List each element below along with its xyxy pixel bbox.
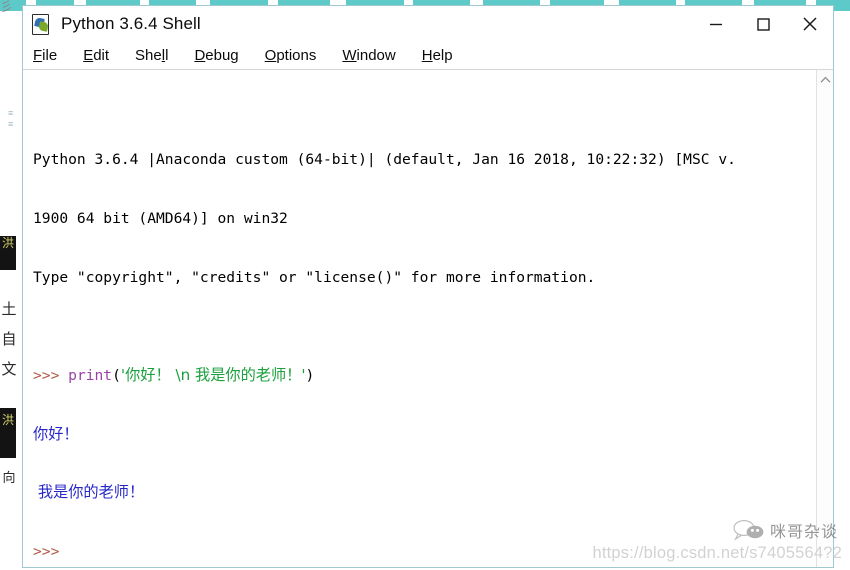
maximize-icon	[756, 18, 770, 31]
background-glyph-1: 土	[1, 300, 17, 318]
shell-output-text[interactable]: Python 3.6.4 |Anaconda custom (64-bit)| …	[23, 70, 816, 567]
output-line-1a: 你好！	[33, 424, 79, 443]
vertical-scrollbar[interactable]	[816, 70, 833, 567]
close-button[interactable]	[786, 6, 833, 42]
menu-item-options[interactable]: Options	[265, 47, 317, 64]
background-dark-block-upper: 洪	[0, 236, 16, 270]
output-line-1b: 我是你的老师！	[33, 483, 145, 502]
maximize-button[interactable]	[739, 6, 786, 42]
menu-item-help[interactable]: Help	[422, 47, 453, 64]
window-title: Python 3.6.4 Shell	[61, 14, 201, 33]
paren-open-1: (	[112, 366, 121, 384]
input-line-1: >>> print('你好！ \n 我是你的老师！')	[33, 366, 816, 386]
print-kw-1: print	[68, 366, 113, 384]
background-glyph-4: 向	[2, 471, 16, 486]
screenshot-root: 彡 ≡ ≡ 洪 土 自 文 洪 向 Python 3.6.4 Shell Fil…	[0, 0, 850, 570]
banner-line-3: Type "copyright", "credits" or "license(…	[33, 268, 596, 286]
prompt-1: >>>	[33, 366, 69, 384]
background-corner-mark: 彡	[0, 0, 14, 14]
banner-line-1: Python 3.6.4 |Anaconda custom (64-bit)| …	[33, 151, 736, 169]
shell-area: Python 3.6.4 |Anaconda custom (64-bit)| …	[23, 70, 833, 567]
scroll-up-button[interactable]	[817, 72, 833, 87]
menu-bar: File Edit Shell Debug Options Window Hel…	[23, 42, 833, 70]
menu-item-window[interactable]: Window	[342, 47, 395, 64]
string-literal-1: '你好！ \n 我是你的老师！'	[120, 365, 306, 384]
window-controls	[692, 6, 833, 42]
prompt-line-1a: >>>	[33, 543, 69, 561]
close-icon	[802, 17, 817, 31]
background-glyph-3: 文	[1, 360, 17, 378]
background-scroll-marks: ≡ ≡	[8, 108, 14, 129]
background-glyph-2: 自	[1, 330, 17, 348]
menu-item-shell[interactable]: Shell	[135, 47, 168, 64]
python-idle-icon	[30, 13, 52, 35]
menu-item-edit[interactable]: Edit	[83, 47, 109, 64]
minimize-button[interactable]	[692, 6, 739, 42]
background-dark-block-lower: 洪	[0, 408, 16, 458]
chevron-up-icon	[820, 76, 830, 83]
menu-item-file[interactable]: File	[33, 47, 57, 64]
minimize-icon	[709, 23, 722, 26]
python-shell-window: Python 3.6.4 Shell File Edit Shell Debug…	[22, 5, 834, 568]
title-bar: Python 3.6.4 Shell	[23, 6, 833, 42]
banner-line-2: 1900 64 bit (AMD64)] on win32	[33, 210, 288, 228]
menu-item-debug[interactable]: Debug	[194, 47, 238, 64]
paren-close-1: )	[305, 366, 315, 384]
scrollbar-track[interactable]	[817, 87, 833, 567]
